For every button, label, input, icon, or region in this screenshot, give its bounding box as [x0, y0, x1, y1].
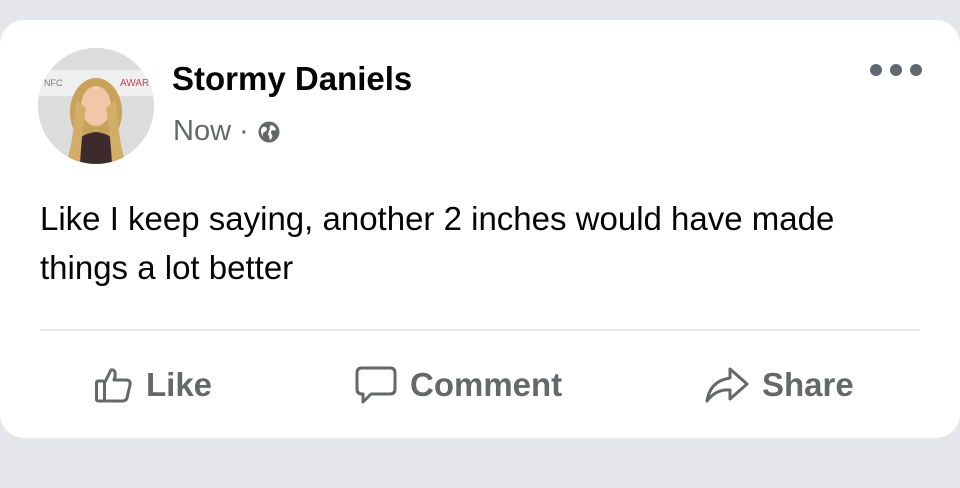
divider	[40, 329, 920, 331]
share-button[interactable]: Share	[704, 362, 854, 408]
comment-bubble-icon	[355, 366, 397, 404]
meta-separator: ·	[239, 115, 249, 147]
globe-icon[interactable]	[257, 120, 281, 144]
svg-text:AWARDS: AWARDS	[120, 78, 154, 89]
avatar[interactable]: NFC AWARDS	[38, 48, 154, 164]
avatar-photo: NFC AWARDS	[38, 48, 154, 164]
comment-button[interactable]: Comment	[354, 362, 562, 408]
more-dot	[890, 64, 902, 76]
post-card: NFC AWARDS Stormy Daniels Now · Like I k…	[0, 20, 960, 438]
like-label: Like	[146, 366, 213, 403]
like-button[interactable]: Like	[94, 362, 212, 408]
post-timestamp[interactable]: Now	[173, 115, 231, 148]
post-text: Like I keep saying, another 2 inches wou…	[40, 200, 835, 286]
more-options-icon[interactable]	[870, 58, 922, 82]
share-label: Share	[762, 366, 854, 403]
more-dot	[870, 64, 882, 76]
post-meta: Now ·	[173, 115, 281, 148]
more-dot	[910, 64, 922, 76]
author-name[interactable]: Stormy Daniels	[172, 60, 412, 98]
svg-text:NFC: NFC	[44, 78, 63, 88]
share-arrow-icon	[705, 367, 749, 403]
thumbs-up-icon	[95, 368, 132, 403]
comment-label: Comment	[410, 366, 563, 403]
